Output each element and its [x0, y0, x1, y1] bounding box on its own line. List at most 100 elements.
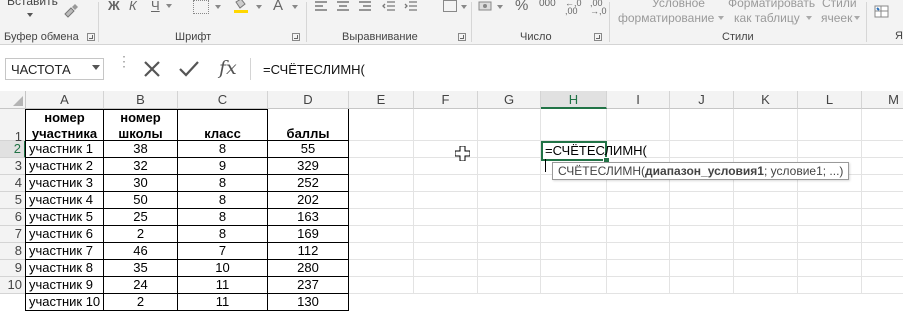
table-cell-c8[interactable]: 7	[178, 243, 268, 260]
column-header-e[interactable]: E	[349, 91, 414, 109]
table-cell-c4[interactable]: 8	[178, 175, 268, 192]
column-header-i[interactable]: I	[607, 91, 670, 109]
cell-h1[interactable]	[541, 109, 607, 141]
header-cell-d1[interactable]: баллы	[268, 109, 349, 141]
cell-i5[interactable]	[607, 192, 670, 209]
formula-input[interactable]: =СЧЁТЕСЛИМН(	[250, 58, 903, 80]
table-cell-d2[interactable]: 55	[268, 141, 349, 158]
cell-l10[interactable]	[798, 277, 862, 294]
table-cell-d6[interactable]: 163	[268, 209, 349, 226]
cell-m3[interactable]	[862, 158, 903, 175]
number-launcher-icon[interactable]	[594, 33, 602, 41]
cell-i9[interactable]	[607, 260, 670, 277]
table-cell-b9[interactable]: 35	[104, 260, 178, 277]
row-header-3[interactable]: 3	[0, 158, 26, 175]
table-cell-b11[interactable]: 2	[104, 294, 178, 311]
table-cell-b5[interactable]: 50	[104, 192, 178, 209]
cell-e6[interactable]	[349, 209, 414, 226]
row-header-4[interactable]: 4	[0, 175, 26, 192]
cell-e1[interactable]	[349, 109, 414, 141]
cell-j9[interactable]	[670, 260, 734, 277]
increase-indent-icon[interactable]	[404, 0, 418, 12]
table-cell-a10[interactable]: участник 9	[26, 277, 104, 294]
cell-g3[interactable]	[478, 158, 541, 175]
row-header-7[interactable]: 7	[0, 226, 26, 243]
font-color-dropdown-icon[interactable]	[292, 5, 298, 9]
table-cell-c11[interactable]: 11	[178, 294, 268, 311]
cell-l1[interactable]	[798, 109, 862, 141]
row-header-9[interactable]: 9	[0, 260, 26, 277]
cell-k8[interactable]	[734, 243, 798, 260]
cell-g8[interactable]	[478, 243, 541, 260]
cell-j2[interactable]	[670, 141, 734, 158]
table-cell-c10[interactable]: 11	[178, 277, 268, 294]
cell-h6[interactable]	[541, 209, 607, 226]
row-header-6[interactable]: 6	[0, 209, 26, 226]
cell-e7[interactable]	[349, 226, 414, 243]
cell-g6[interactable]	[478, 209, 541, 226]
table-cell-a6[interactable]: участник 5	[26, 209, 104, 226]
currency-dropdown-icon[interactable]	[497, 5, 503, 9]
table-cell-a11[interactable]: участник 10	[26, 294, 104, 311]
bold-button[interactable]: Ж	[108, 0, 120, 13]
cell-m5[interactable]	[862, 192, 903, 209]
row-header-5[interactable]: 5	[0, 192, 26, 209]
cancel-icon[interactable]	[142, 60, 162, 78]
cell-i1[interactable]	[607, 109, 670, 141]
cell-i10[interactable]	[607, 277, 670, 294]
column-header-c[interactable]: C	[178, 91, 268, 109]
column-header-k[interactable]: K	[734, 91, 798, 109]
cell-e8[interactable]	[349, 243, 414, 260]
table-cell-d5[interactable]: 202	[268, 192, 349, 209]
align-right-icon[interactable]	[358, 0, 372, 12]
cell-m4[interactable]	[862, 175, 903, 192]
align-left-icon[interactable]	[314, 0, 328, 12]
cell-h7[interactable]	[541, 226, 607, 243]
cell-m8[interactable]	[862, 243, 903, 260]
column-header-h[interactable]: H	[541, 91, 607, 109]
table-cell-d3[interactable]: 329	[268, 158, 349, 175]
function-tooltip[interactable]: СЧЁТЕСЛИМН(диапазон_условия1; условие1; …	[552, 162, 850, 180]
cell-l7[interactable]	[798, 226, 862, 243]
select-all-corner[interactable]	[0, 91, 26, 109]
table-cell-a3[interactable]: участник 2	[26, 158, 104, 175]
cell-m9[interactable]	[862, 260, 903, 277]
table-cell-d8[interactable]: 112	[268, 243, 349, 260]
cell-j8[interactable]	[670, 243, 734, 260]
table-cell-d10[interactable]: 237	[268, 277, 349, 294]
column-header-m[interactable]: M	[862, 91, 903, 109]
cell-i7[interactable]	[607, 226, 670, 243]
cell-l9[interactable]	[798, 260, 862, 277]
cell-i6[interactable]	[607, 209, 670, 226]
column-header-f[interactable]: F	[414, 91, 478, 109]
cell-g7[interactable]	[478, 226, 541, 243]
cell-f9[interactable]	[414, 260, 478, 277]
fill-color-dropdown-icon[interactable]	[256, 5, 262, 9]
align-center-icon[interactable]	[336, 0, 350, 12]
column-header-l[interactable]: L	[798, 91, 862, 109]
table-cell-c2[interactable]: 8	[178, 141, 268, 158]
cell-g5[interactable]	[478, 192, 541, 209]
cell-f10[interactable]	[414, 277, 478, 294]
table-cell-a5[interactable]: участник 4	[26, 192, 104, 209]
increase-decimal-button[interactable]: ←,0,00	[565, 0, 582, 16]
insert-function-icon[interactable]: fx	[219, 57, 237, 79]
cell-k10[interactable]	[734, 277, 798, 294]
borders-button[interactable]	[193, 0, 209, 14]
table-cell-b2[interactable]: 38	[104, 141, 178, 158]
cell-j1[interactable]	[670, 109, 734, 141]
currency-button[interactable]	[478, 0, 492, 13]
cell-m1[interactable]	[862, 109, 903, 141]
cell-g4[interactable]	[478, 175, 541, 192]
insert-cells-button[interactable]	[873, 3, 891, 21]
table-cell-b10[interactable]: 24	[104, 277, 178, 294]
table-cell-c5[interactable]: 8	[178, 192, 268, 209]
table-cell-a7[interactable]: участник 6	[26, 226, 104, 243]
cell-e10[interactable]	[349, 277, 414, 294]
enter-icon[interactable]	[178, 60, 200, 78]
cell-j10[interactable]	[670, 277, 734, 294]
row-header-1[interactable]: 1	[0, 109, 26, 144]
underline-button[interactable]: Ч	[151, 0, 160, 13]
header-cell-c1[interactable]: класс	[178, 109, 268, 141]
cell-m6[interactable]	[862, 209, 903, 226]
